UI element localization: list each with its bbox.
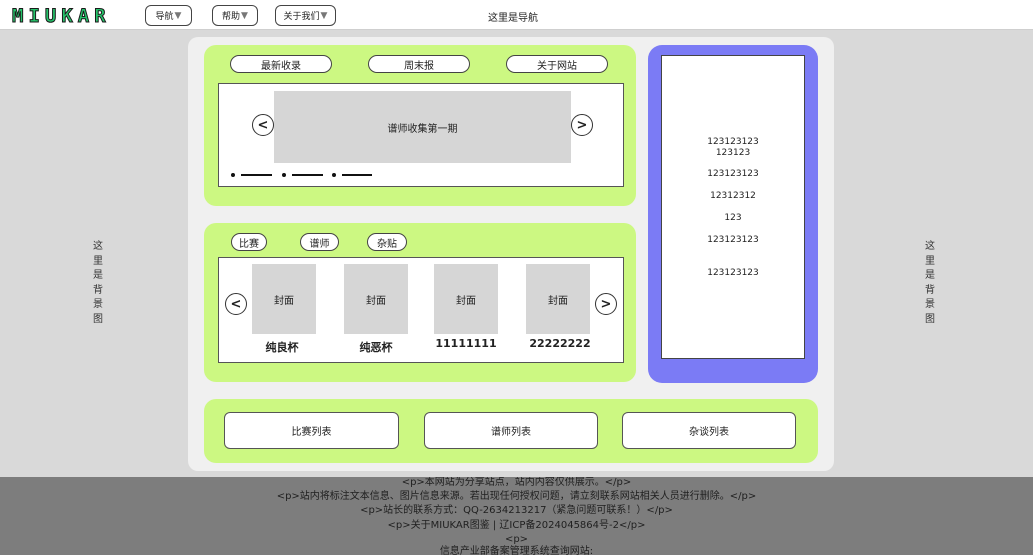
background-label-char: 图	[925, 313, 935, 325]
sidebar-item[interactable]: 123	[661, 213, 805, 224]
footer-paragraph-tag: <p>	[504, 534, 529, 545]
sidebar-item[interactable]: 123123123	[661, 268, 805, 279]
about-us-dropdown-button[interactable]: 关于我们 ▼	[275, 5, 336, 26]
background-label-char: 背	[93, 284, 103, 296]
background-label-char: 是	[93, 270, 103, 281]
sidebar-item[interactable]: 123123123 123123	[661, 137, 805, 159]
card-cover[interactable]: 封面	[344, 264, 408, 334]
top-nav-bar: MIUKAR 导航 ▼ 帮助 ▼ 关于我们 ▼ 这里是导航	[0, 0, 1033, 30]
chevron-down-icon: ▼	[241, 10, 248, 21]
carousel-indicator-bar[interactable]	[342, 174, 372, 176]
tab-contests[interactable]: 比赛	[231, 233, 267, 251]
carousel-prev-button[interactable]: <	[252, 114, 274, 136]
background-label-char: 景	[925, 299, 935, 310]
card-cover[interactable]: 封面	[434, 264, 498, 334]
cards-prev-button[interactable]: <	[225, 293, 247, 315]
footer-record-link[interactable]: 信息产业部备案管理系统查询网站:	[0, 546, 1033, 555]
help-dropdown-label: 帮助	[222, 12, 241, 22]
carousel-indicator-dot[interactable]	[231, 173, 235, 177]
carousel-indicator-bar[interactable]	[292, 174, 323, 176]
background-label-char: 里	[925, 255, 935, 267]
background-label-left: 这里是背景图	[92, 240, 104, 327]
card-title[interactable]: 纯良杯	[242, 339, 322, 355]
chevron-left-icon: <	[257, 117, 269, 133]
contest-list-button[interactable]: 比赛列表	[224, 412, 399, 449]
background-label-char: 背	[925, 284, 935, 296]
background-label-right: 这里是背景图	[924, 240, 936, 327]
tab-latest[interactable]: 最新收录	[230, 55, 332, 73]
sidebar-list-box	[661, 55, 805, 359]
footer-icp[interactable]: <p>关于MIUKAR图鉴 | 辽ICP备2024045864号-2</p>	[0, 520, 1033, 532]
carousel-indicator-dot[interactable]	[332, 173, 336, 177]
misc-list-button[interactable]: 杂谈列表	[622, 412, 796, 449]
help-dropdown-button[interactable]: 帮助 ▼	[212, 5, 258, 26]
footer: <p>本网站为分享站点，站内内容仅供展示。</p> <p>站内将标注文本信息、图…	[0, 477, 1033, 555]
chevron-down-icon: ▼	[174, 10, 182, 21]
sidebar-item[interactable]: 12312312	[661, 191, 805, 202]
sidebar-item[interactable]: 123123123	[661, 169, 805, 180]
footer-copyright-note: <p>站内将标注文本信息、图片信息来源。若出现任何授权问题，请立刻联系网站相关人…	[276, 491, 757, 502]
carousel-next-button[interactable]: >	[571, 114, 593, 136]
sidebar-item[interactable]: 123123123	[661, 235, 805, 246]
background-label-char: 景	[93, 299, 103, 310]
tab-charters[interactable]: 谱师	[300, 233, 339, 251]
card-cover[interactable]: 封面	[252, 264, 316, 334]
footer-contact: <p>站长的联系方式：QQ-2634213217（紧急问题可联系！）</p>	[360, 505, 673, 516]
carousel-slide[interactable]: 谱师收集第一期	[274, 91, 571, 163]
footer-disclaimer: <p>本网站为分享站点，站内内容仅供展示。</p>	[401, 477, 632, 488]
card-title[interactable]: 纯恶杯	[336, 339, 416, 355]
tab-about-site[interactable]: 关于网站	[506, 55, 608, 73]
background-label-char: 这	[93, 241, 103, 252]
chevron-left-icon: <	[230, 296, 242, 312]
background-label-char: 是	[925, 270, 935, 281]
carousel-indicator-bar[interactable]	[241, 174, 272, 176]
carousel-indicator-dot[interactable]	[282, 173, 286, 177]
charter-list-button[interactable]: 谱师列表	[424, 412, 598, 449]
site-logo[interactable]: MIUKAR	[12, 6, 111, 27]
about-us-dropdown-label: 关于我们	[283, 12, 320, 22]
nav-placeholder-title: 这里是导航	[488, 13, 538, 24]
tab-weekend-report[interactable]: 周末报	[368, 55, 470, 73]
card-cover[interactable]: 封面	[526, 264, 590, 334]
card-title[interactable]: 22222222	[520, 337, 600, 350]
background-label-char: 里	[93, 255, 103, 267]
nav-dropdown-button[interactable]: 导航 ▼	[145, 5, 192, 26]
chevron-right-icon: >	[600, 296, 612, 312]
cards-next-button[interactable]: >	[595, 293, 617, 315]
chevron-right-icon: >	[576, 117, 588, 133]
nav-dropdown-label: 导航	[155, 12, 174, 22]
chevron-down-icon: ▼	[320, 10, 328, 21]
card-title[interactable]: 11111111	[426, 337, 506, 350]
tab-misc-posts[interactable]: 杂贴	[367, 233, 407, 251]
background-label-char: 图	[93, 313, 103, 325]
background-label-char: 这	[925, 241, 935, 252]
